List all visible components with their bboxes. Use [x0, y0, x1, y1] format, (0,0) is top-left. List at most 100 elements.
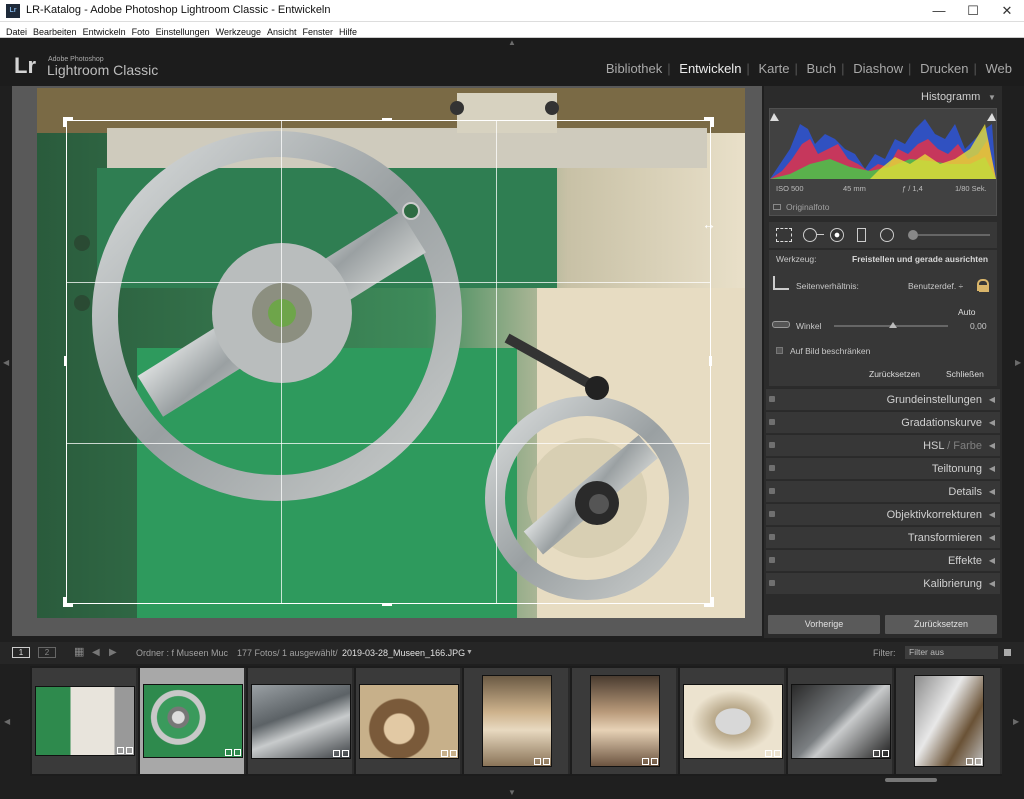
expand-arrow-icon[interactable]: ◀ [989, 533, 995, 542]
hsl-label[interactable]: HSL [923, 440, 944, 452]
section-hsl-farbe[interactable]: HSL / Farbe ◀ [766, 434, 1000, 456]
expand-arrow-icon[interactable]: ◀ [989, 579, 995, 588]
section-kalibrierung[interactable]: Kalibrierung ◀ [766, 572, 1000, 594]
graduated-filter-icon[interactable] [857, 228, 866, 242]
farbe-label[interactable]: / Farbe [944, 440, 982, 452]
expand-arrow-icon[interactable]: ◀ [989, 510, 995, 519]
crop-frame[interactable] [66, 120, 711, 604]
top-panel-toggle-icon[interactable]: ▲ [508, 38, 516, 47]
module-bibliothek[interactable]: Bibliothek [606, 61, 662, 76]
original-photo-checkbox[interactable] [773, 204, 781, 210]
section-grundeinstellungen[interactable]: Grundeinstellungen ◀ [766, 388, 1000, 410]
second-window-button[interactable]: 2 [38, 647, 56, 658]
crop-handle-bottom[interactable] [382, 603, 392, 606]
expand-arrow-icon[interactable]: ◀ [989, 418, 995, 427]
crop-reset-button[interactable]: Zurücksetzen [869, 369, 920, 379]
section-details[interactable]: Details ◀ [766, 480, 1000, 502]
filmstrip-thumbnail[interactable] [140, 668, 246, 774]
minimize-button[interactable]: — [922, 0, 956, 22]
crop-handle-top-right[interactable] [704, 117, 714, 127]
crop-handle-right[interactable] [709, 356, 712, 366]
section-toggle-switch[interactable] [769, 488, 775, 494]
module-diashow[interactable]: Diashow [853, 61, 903, 76]
filmstrip-thumbnail[interactable] [788, 668, 894, 774]
filmstrip-thumbnail[interactable] [356, 668, 462, 774]
section-transformieren[interactable]: Transformieren ◀ [766, 526, 1000, 548]
reset-all-button[interactable]: Zurücksetzen [885, 615, 997, 634]
expand-arrow-icon[interactable]: ◀ [989, 395, 995, 404]
angle-value[interactable]: 0,00 [970, 321, 987, 331]
module-drucken[interactable]: Drucken [920, 61, 968, 76]
crop-handle-top-left[interactable] [63, 117, 73, 127]
left-panel-toggle-icon[interactable]: ◀ [3, 358, 9, 367]
section-toggle-switch[interactable] [769, 534, 775, 540]
section-toggle-switch[interactable] [769, 557, 775, 563]
filmstrip-thumbnail[interactable] [32, 668, 138, 774]
filmstrip-scroll-left-icon[interactable]: ◀ [4, 717, 10, 726]
maximize-button[interactable]: ☐ [956, 0, 990, 22]
crop-handle-top[interactable] [382, 118, 392, 121]
module-karte[interactable]: Karte [758, 61, 789, 76]
filmstrip-thumbnail[interactable] [248, 668, 354, 774]
filter-lock-icon[interactable] [1004, 649, 1011, 656]
histogram-title[interactable]: Histogramm [921, 91, 980, 103]
section-effekte[interactable]: Effekte ◀ [766, 549, 1000, 571]
spot-removal-icon[interactable] [803, 228, 817, 242]
right-panel-toggle-icon[interactable]: ▶ [1015, 358, 1021, 367]
module-buch[interactable]: Buch [807, 61, 837, 76]
lightroom-logo: Lr [14, 53, 36, 78]
section-toggle-switch[interactable] [769, 419, 775, 425]
section-teiltonung[interactable]: Teiltonung ◀ [766, 457, 1000, 479]
angle-slider-thumb[interactable] [889, 322, 897, 328]
expand-arrow-icon[interactable]: ◀ [989, 556, 995, 565]
section-objektivkorrekturen[interactable]: Objektivkorrekturen ◀ [766, 503, 1000, 525]
crop-handle-bottom-right[interactable] [704, 597, 714, 607]
grid-view-icon[interactable]: ▦ [74, 647, 84, 658]
module-web[interactable]: Web [986, 61, 1013, 76]
constrain-to-image-checkbox[interactable] [776, 347, 783, 354]
filmstrip-thumbnail[interactable] [572, 668, 678, 774]
filmstrip-source[interactable]: Ordner : f Museen Muc [136, 648, 228, 658]
crop-handle-left[interactable] [64, 356, 67, 366]
expand-arrow-icon[interactable]: ◀ [989, 487, 995, 496]
red-eye-icon[interactable] [830, 228, 844, 242]
section-label: Grundeinstellungen [886, 394, 982, 406]
keyword-badge-icon [117, 747, 124, 754]
section-toggle-switch[interactable] [769, 396, 775, 402]
expand-arrow-icon[interactable]: ◀ [989, 464, 995, 473]
filmstrip-thumbnail[interactable] [680, 668, 786, 774]
crop-tool-icon[interactable] [776, 228, 792, 242]
section-toggle-switch[interactable] [769, 580, 775, 586]
radial-filter-icon[interactable] [880, 228, 894, 242]
section-toggle-switch[interactable] [769, 511, 775, 517]
section-toggle-switch[interactable] [769, 465, 775, 471]
straighten-tool-icon[interactable] [772, 321, 790, 328]
filmstrip-filename[interactable]: 2019-03-28_Museen_166.JPG [342, 648, 465, 658]
expand-arrow-icon[interactable]: ◀ [989, 441, 995, 450]
close-window-button[interactable]: ✕ [990, 0, 1024, 22]
forward-arrow-icon[interactable]: ▶ [109, 647, 117, 658]
filmstrip-scrollbar[interactable] [885, 778, 937, 782]
main-window-button[interactable]: 1 [12, 647, 30, 658]
filmstrip-scroll-right-icon[interactable]: ▶ [1013, 717, 1019, 726]
resize-cursor-icon: ↔ [702, 216, 716, 232]
back-arrow-icon[interactable]: ◀ [92, 647, 100, 658]
module-entwickeln[interactable]: Entwickeln [679, 61, 741, 76]
filename-dropdown-icon[interactable]: ▼ [466, 649, 473, 656]
filter-dropdown[interactable]: Filter aus [905, 646, 998, 659]
aspect-ratio-dropdown[interactable]: Benutzerdef. ÷ [908, 281, 963, 291]
section-toggle-switch[interactable] [769, 442, 775, 448]
bottom-panel-toggle-icon[interactable]: ▼ [508, 788, 516, 797]
auto-straighten-button[interactable]: Auto [958, 307, 976, 317]
histogram-collapse-icon[interactable]: ▼ [988, 93, 996, 102]
crop-close-button[interactable]: Schließen [946, 369, 984, 379]
filmstrip-thumbnail[interactable] [896, 668, 1002, 774]
section-gradationskurve[interactable]: Gradationskurve ◀ [766, 411, 1000, 433]
crop-overlay-icon[interactable] [773, 276, 789, 290]
filmstrip-thumbnail[interactable] [464, 668, 570, 774]
crop-handle-bottom-left[interactable] [63, 597, 73, 607]
adjustment-brush-icon[interactable] [908, 230, 918, 240]
photo-preview[interactable]: ↔ [37, 88, 745, 618]
previous-settings-button[interactable]: Vorherige [768, 615, 880, 634]
statue-1-thumbnail-image [482, 675, 552, 767]
